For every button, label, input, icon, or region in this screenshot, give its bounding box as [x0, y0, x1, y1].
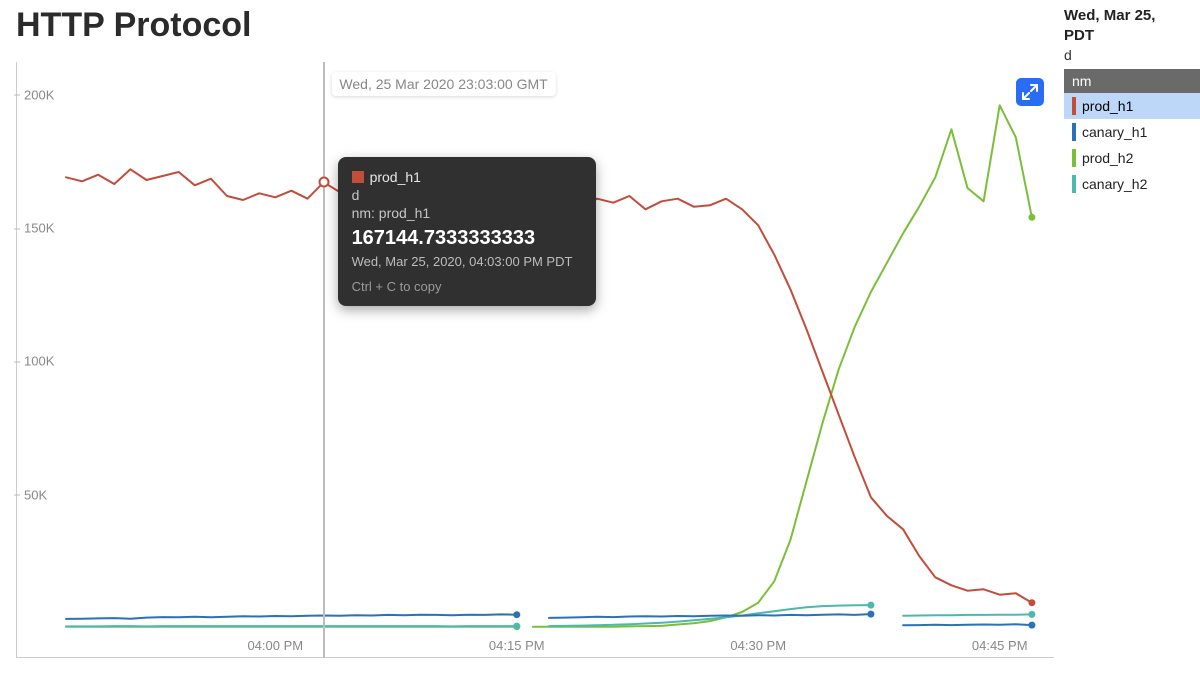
- legend: nm prod_h1 canary_h1 prod_h2 canary_h2: [1064, 69, 1200, 197]
- legend-item-prod-h2[interactable]: prod_h2: [1064, 145, 1200, 171]
- x-axis-tick: 04:00 PM: [247, 638, 303, 653]
- y-axis-tick: 50K: [24, 487, 47, 502]
- chart-title: HTTP Protocol: [16, 6, 252, 45]
- y-axis-tick: 200K: [24, 87, 54, 102]
- legend-item-label: prod_h1: [1082, 98, 1133, 114]
- y-axis-tick: 150K: [24, 221, 54, 236]
- side-date: Wed, Mar 25,: [1064, 6, 1200, 26]
- expand-button[interactable]: [1016, 78, 1044, 106]
- tooltip-dimension: d: [352, 187, 582, 203]
- x-axis-tick: 04:45 PM: [972, 638, 1028, 653]
- legend-item-canary-h1[interactable]: canary_h1: [1064, 119, 1200, 145]
- legend-color-swatch: [1072, 97, 1076, 115]
- chart-lines: [16, 62, 1054, 658]
- side-panel: Wed, Mar 25, PDT d nm prod_h1 canary_h1pr…: [1064, 6, 1200, 197]
- hover-guideline: [323, 62, 325, 658]
- tooltip-value: 167144.7333333333: [352, 227, 582, 250]
- legend-color-swatch: [1072, 123, 1076, 141]
- expand-icon: [1022, 84, 1038, 100]
- hover-tooltip: prod_h1 d nm: prod_h1 167144.7333333333 …: [338, 157, 596, 306]
- tooltip-nm-line: nm: prod_h1: [352, 205, 582, 221]
- legend-item-label: canary_h2: [1082, 176, 1147, 192]
- chart-plot-area[interactable]: 200K 150K 100K 50K 04:00 PM 04:15 PM 04:30 PM…: [16, 62, 1054, 658]
- legend-item-label: canary_h1: [1082, 124, 1147, 140]
- tooltip-timestamp: Wed, Mar 25, 2020, 04:03:00 PM PDT: [352, 254, 582, 269]
- legend-item-canary-h2[interactable]: canary_h2: [1064, 171, 1200, 197]
- legend-color-swatch: [1072, 149, 1076, 167]
- hover-point-marker: [318, 177, 329, 188]
- legend-header: nm: [1064, 69, 1200, 93]
- x-axis-tick: 04:15 PM: [489, 638, 545, 653]
- tooltip-copy-hint: Ctrl + C to copy: [352, 279, 582, 294]
- legend-color-swatch: [1072, 175, 1076, 193]
- tooltip-series-name: prod_h1: [370, 169, 421, 185]
- y-axis-tick: 100K: [24, 354, 54, 369]
- hover-time-label: Wed, 25 Mar 2020 23:03:00 GMT: [331, 72, 555, 96]
- side-timezone: PDT: [1064, 26, 1200, 46]
- legend-item-prod-h1[interactable]: prod_h1: [1064, 93, 1200, 119]
- x-axis-tick: 04:30 PM: [730, 638, 786, 653]
- tooltip-swatch: [352, 171, 364, 183]
- side-dimension: d: [1064, 47, 1200, 63]
- legend-item-label: prod_h2: [1082, 150, 1133, 166]
